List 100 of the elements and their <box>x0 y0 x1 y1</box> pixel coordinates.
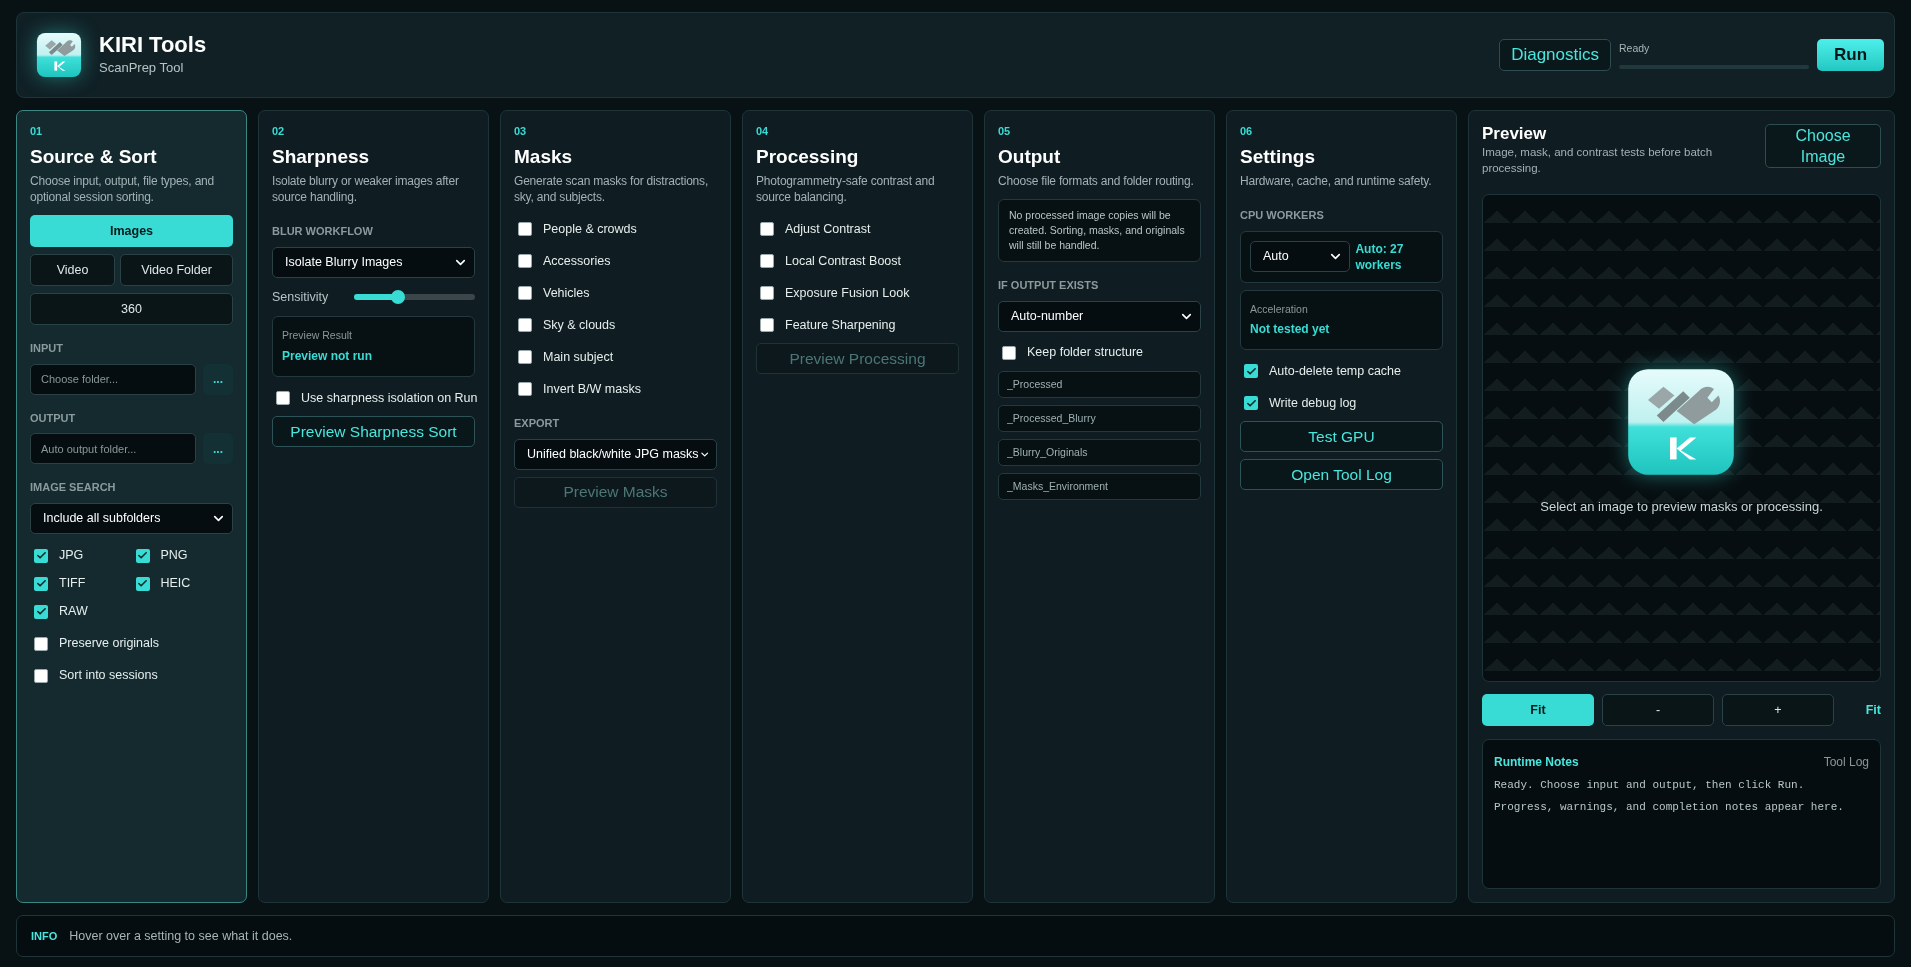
diagnostics-button[interactable]: Diagnostics <box>1499 39 1611 71</box>
checkbox[interactable] <box>760 318 774 332</box>
dropdown[interactable]: Unified black/white JPG masks <box>514 438 717 470</box>
checkbox[interactable] <box>34 576 48 591</box>
section-description: Generate scan masks for distractions, sky, and subjects. <box>514 173 710 205</box>
folder-field[interactable]: Auto output folder... <box>30 433 196 464</box>
zoom-readout: Fit <box>1865 701 1881 719</box>
checkbox-label: Preserve originals <box>59 635 160 653</box>
checkbox-label: Keep folder structure <box>1027 344 1144 362</box>
zoom-button[interactable]: - <box>1602 694 1714 726</box>
tool-log-link[interactable]: Tool Log <box>1823 753 1869 771</box>
checkbox-label: Exposure Fusion Look <box>785 284 910 302</box>
checkbox[interactable] <box>34 636 48 651</box>
checkbox[interactable] <box>276 391 290 405</box>
checkbox[interactable] <box>518 318 532 332</box>
section-title: Settings <box>1240 144 1316 169</box>
checkbox-label: Sky & clouds <box>543 316 616 334</box>
dropdown[interactable]: Isolate Blurry Images <box>272 246 475 278</box>
folder-name-field[interactable]: _Processed_Blurry <box>998 404 1201 432</box>
source-tab[interactable]: 360 <box>30 293 233 325</box>
notes-title: Runtime Notes <box>1494 754 1579 771</box>
checkbox[interactable] <box>518 222 532 236</box>
result-label: Preview Result <box>282 328 354 344</box>
slider-thumb[interactable] <box>390 289 405 304</box>
checkbox-label: JPG <box>59 547 84 565</box>
checkbox[interactable] <box>760 222 774 236</box>
log-line: Progress, warnings, and completion notes appear here. <box>1494 799 1845 815</box>
checkbox-label: Auto-delete temp cache <box>1269 362 1402 380</box>
folder-name-field[interactable]: _Processed <box>998 370 1201 398</box>
browse-button[interactable]: ... <box>203 433 233 464</box>
section-description: Choose file formats and folder routing. <box>998 173 1195 189</box>
result-label: Acceleration <box>1250 301 1309 317</box>
checkbox[interactable] <box>34 668 48 683</box>
checkbox[interactable] <box>1244 396 1258 411</box>
checkbox[interactable] <box>135 548 150 563</box>
checkbox-label: RAW <box>59 603 88 621</box>
field-label: INPUT <box>30 341 64 356</box>
slider-label: Sensitivity <box>272 288 330 306</box>
checkbox[interactable] <box>1002 345 1016 360</box>
checkbox[interactable] <box>760 254 774 268</box>
checkbox-label: Write debug log <box>1269 394 1357 412</box>
checkbox[interactable] <box>518 382 532 396</box>
section-description: Isolate blurry or weaker images after source handling. <box>272 173 460 205</box>
preview-title: Preview <box>1482 124 1548 144</box>
section-title: Masks <box>514 144 574 169</box>
source-tab[interactable]: Video Folder <box>120 254 233 286</box>
app-subtitle: ScanPrep Tool <box>99 59 185 78</box>
checkbox[interactable] <box>518 350 532 364</box>
checkbox-label: Invert B/W masks <box>543 380 641 398</box>
checkbox-label: TIFF <box>59 575 86 593</box>
checkbox[interactable] <box>34 548 48 563</box>
checkbox-label: Feature Sharpening <box>785 316 896 334</box>
field-label: CPU WORKERS <box>1240 208 1325 223</box>
app-title: KIRI Tools <box>99 32 207 59</box>
folder-name-field[interactable]: _Masks_Environment <box>998 472 1201 500</box>
field-label: BLUR WORKFLOW <box>272 224 374 239</box>
action-button[interactable]: Open Tool Log <box>1240 459 1443 491</box>
checkbox[interactable] <box>518 286 532 300</box>
section-title: Output <box>998 144 1062 169</box>
checkbox-label: Vehicles <box>543 284 590 302</box>
section-title: Sharpness <box>272 144 371 169</box>
checkbox[interactable] <box>1244 364 1258 379</box>
section-number: 02 <box>272 124 286 139</box>
status-text: Ready <box>1619 41 1651 57</box>
browse-button[interactable]: ... <box>203 363 233 395</box>
source-tab[interactable]: Video <box>30 254 115 286</box>
checkbox[interactable] <box>518 254 532 268</box>
checkbox-label: HEIC <box>160 575 191 593</box>
action-button[interactable]: Preview Sharpness Sort <box>272 416 475 447</box>
section-description: Hardware, cache, and runtime safety. <box>1240 173 1433 189</box>
zoom-button[interactable]: Fit <box>1482 694 1594 726</box>
info-tag: INFO <box>31 927 58 945</box>
folder-name-field[interactable]: _Blurry_Originals <box>998 438 1201 466</box>
result-value: Preview not run <box>282 348 374 365</box>
info-note: No processed image copies will be created. Sorting, masks, and originals will still be handled. <box>998 199 1201 262</box>
dropdown[interactable]: Auto-number <box>998 300 1201 332</box>
preview-hint: Select an image to preview masks or processing. <box>1540 498 1823 517</box>
section-number: 06 <box>1240 124 1254 139</box>
checkbox[interactable] <box>135 576 150 591</box>
action-button[interactable]: Test GPU <box>1240 421 1443 453</box>
checkbox[interactable] <box>34 604 48 619</box>
section-title: Source & Sort <box>30 144 158 169</box>
checkbox-label: Sort into sessions <box>59 667 158 685</box>
field-label: OUTPUT <box>30 410 77 426</box>
section-description: Choose input, output, file types, and optional session sorting. <box>30 173 216 205</box>
field-label: IF OUTPUT EXISTS <box>998 278 1100 293</box>
checkbox[interactable] <box>760 286 774 300</box>
section-number: 04 <box>756 124 770 139</box>
source-tab[interactable]: Images <box>30 215 233 247</box>
dropdown[interactable]: Auto <box>1250 241 1351 272</box>
field-label: IMAGE SEARCH <box>30 480 117 495</box>
dropdown[interactable]: Include all subfolders <box>30 502 233 534</box>
run-button[interactable]: Run <box>1817 39 1884 71</box>
section-description: Photogrammetry-safe contrast and source balancing. <box>756 173 936 205</box>
folder-field[interactable]: Choose folder... <box>30 363 196 395</box>
choose-image-button[interactable]: Choose Image <box>1765 124 1881 168</box>
preview-description: Image, mask, and contrast tests before batch processing. <box>1482 145 1714 176</box>
checkbox-label: Adjust Contrast <box>785 220 871 238</box>
zoom-button[interactable]: + <box>1722 694 1834 726</box>
log-line: Ready. Choose input and output, then click Run. <box>1494 778 1806 793</box>
